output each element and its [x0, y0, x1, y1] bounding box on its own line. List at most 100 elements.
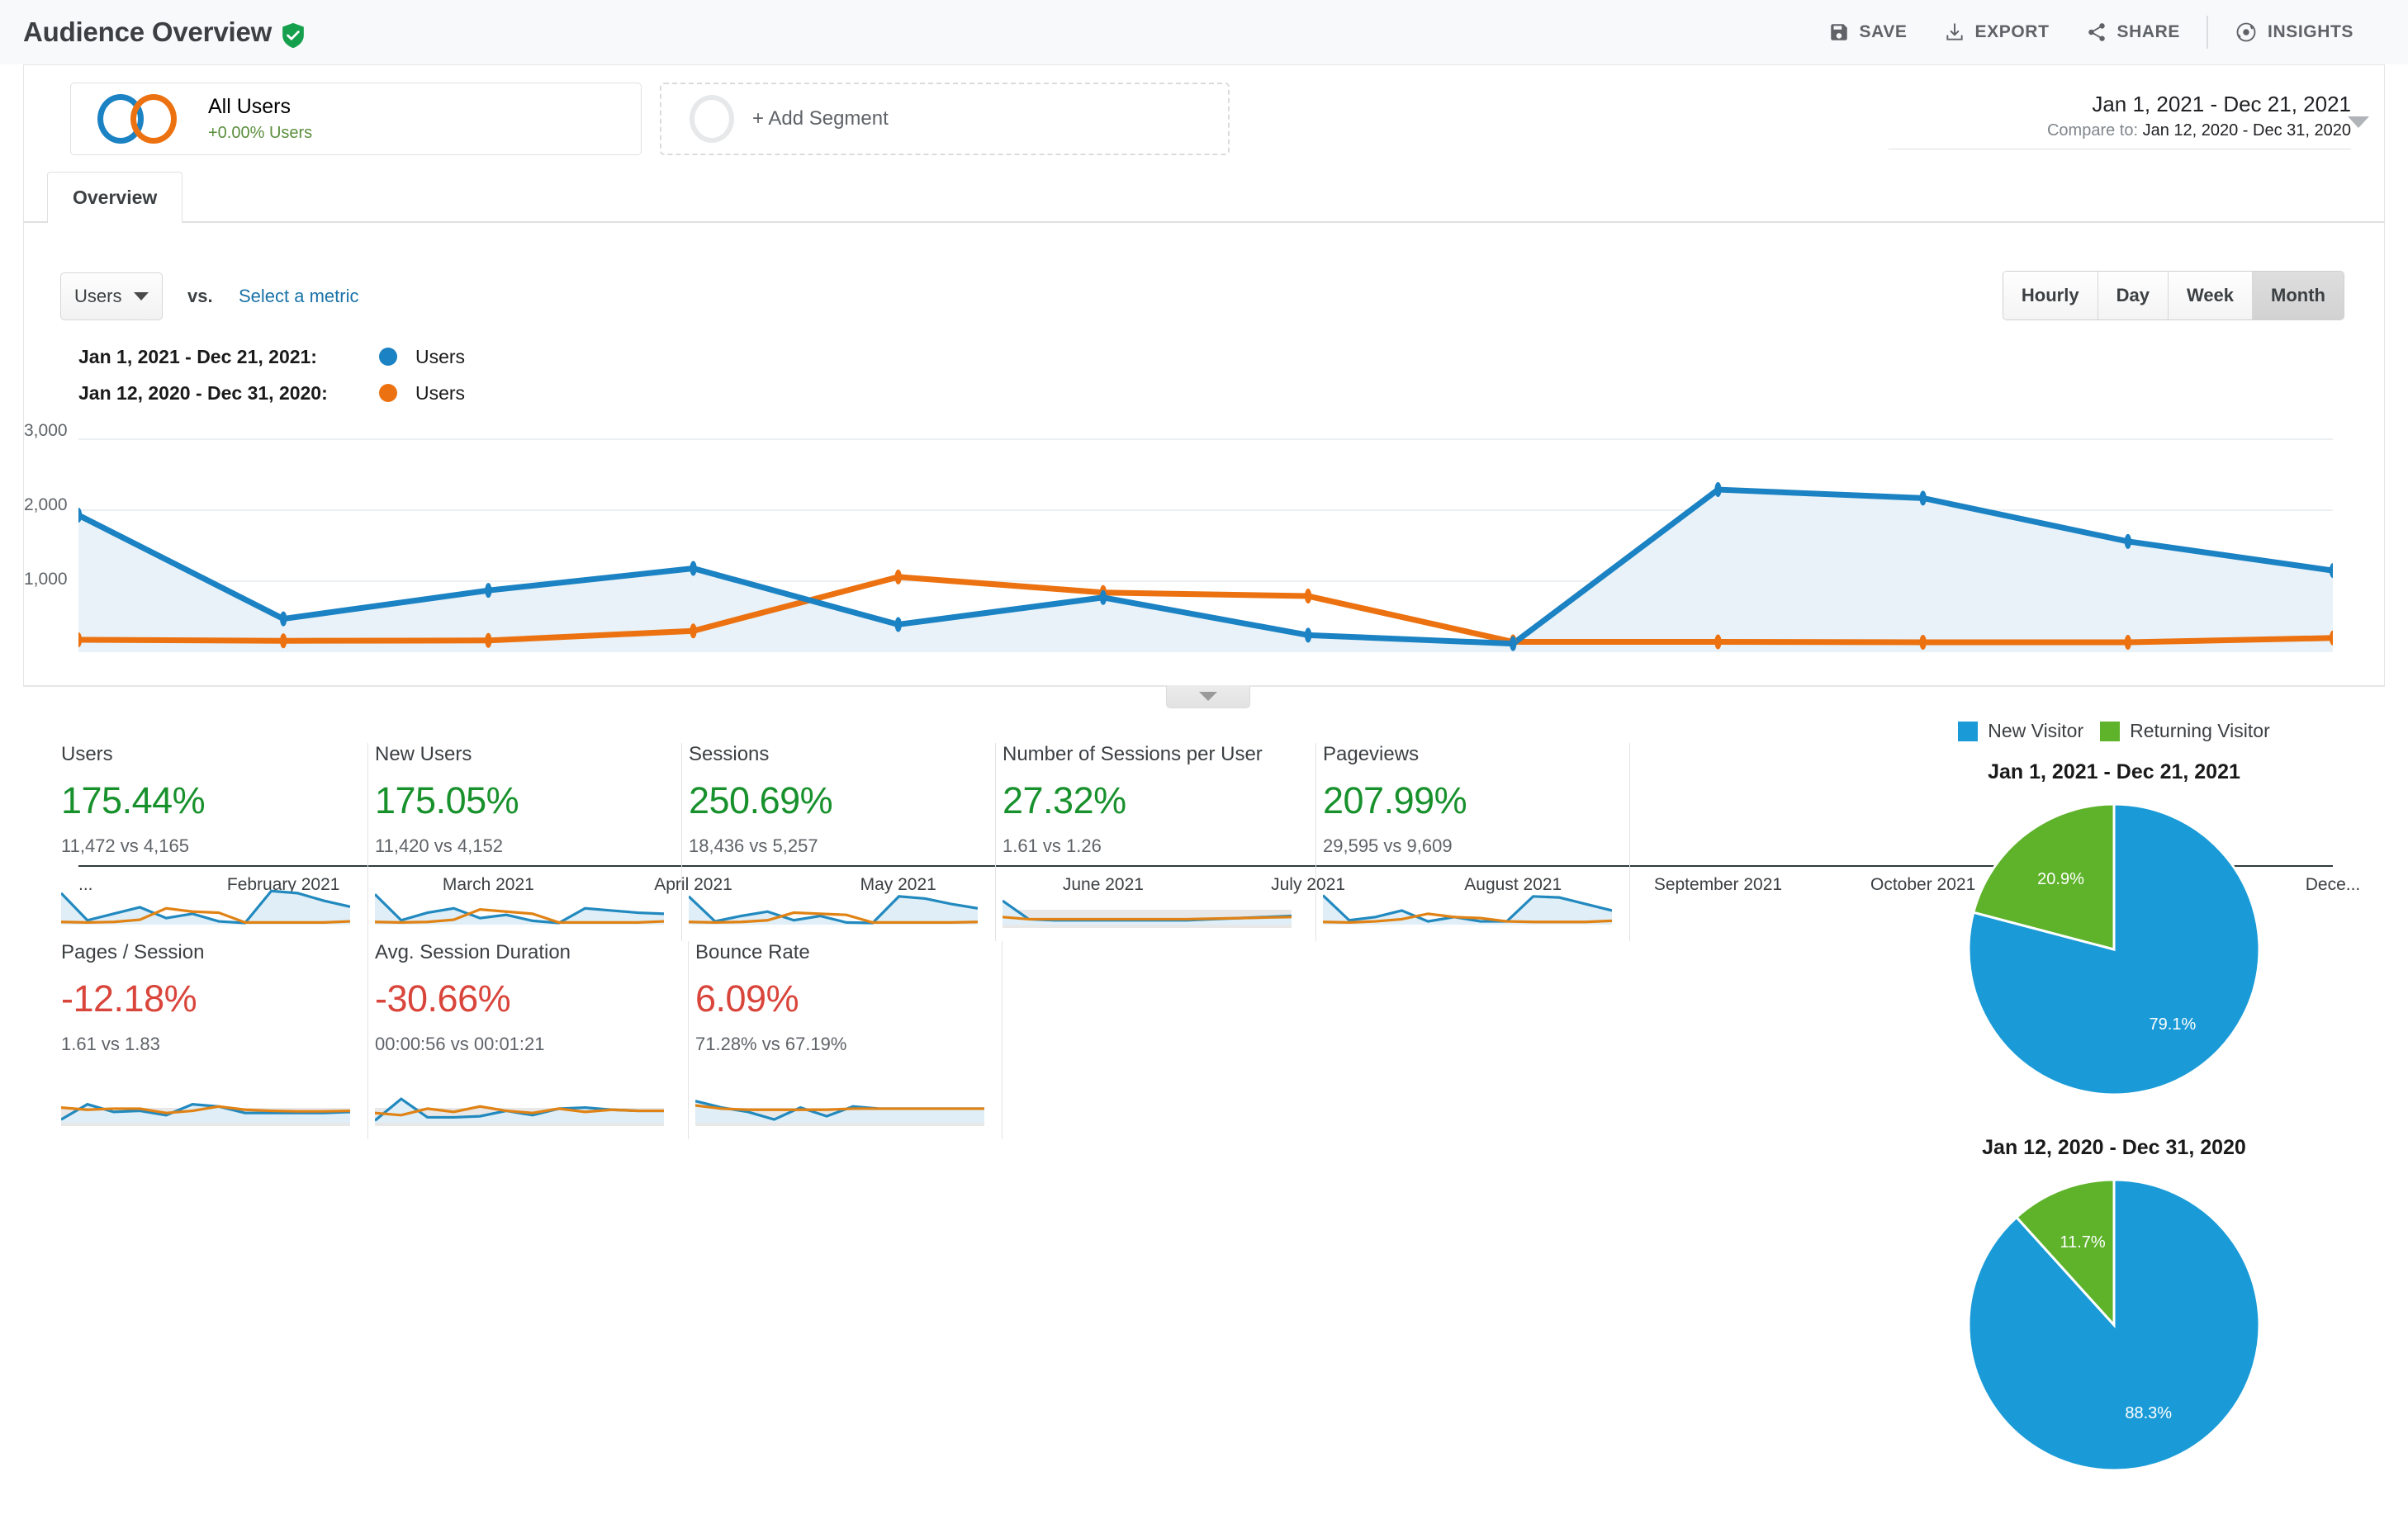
metric-card-percent: 175.05% — [375, 779, 661, 822]
metric-card-sparkline — [1003, 882, 1292, 928]
export-icon — [1944, 21, 1965, 43]
pie-svg-compare — [1962, 1173, 2266, 1477]
metric-card-sparkline — [689, 882, 978, 928]
pie-title-current: Jan 1, 2021 - Dec 21, 2021 — [1850, 760, 2378, 784]
legend-compare-date: Jan 12, 2020 - Dec 31, 2020: — [78, 382, 359, 405]
metric-select-dropdown[interactable]: Users — [60, 272, 163, 320]
legend-returning-visitor-label: Returning Visitor — [2130, 720, 2270, 742]
users-line-chart[interactable] — [78, 429, 2333, 669]
export-button[interactable]: EXPORT — [1926, 9, 2068, 55]
legend-new-visitor: New Visitor — [1958, 720, 2083, 742]
metric-card[interactable]: Users175.44%11,472 vs 4,165 — [55, 743, 368, 941]
granularity-week[interactable]: Week — [2169, 272, 2253, 319]
pie-chart-current[interactable]: 79.1% 20.9% — [1962, 797, 2266, 1101]
metric-card-title: Avg. Session Duration — [375, 941, 668, 964]
legend-primary-dot — [379, 348, 397, 366]
segment-bar: All Users +0.00% Users + Add Segment Jan… — [23, 64, 2385, 172]
y-tick-2000: 2,000 — [24, 495, 73, 515]
insights-button[interactable]: INSIGHTS — [2216, 9, 2372, 55]
pie-svg-current — [1962, 797, 2266, 1101]
metric-card-comparison: 11,472 vs 4,165 — [61, 835, 348, 857]
pie-label-new-visitor-current: 79.1% — [2150, 1015, 2197, 1034]
chevron-down-icon — [1199, 692, 1217, 701]
y-tick-1000: 1,000 — [24, 570, 73, 589]
metric-card-comparison: 1.61 vs 1.83 — [61, 1034, 348, 1055]
add-segment-label: + Add Segment — [752, 107, 889, 130]
metric-card-title: Users — [61, 743, 348, 766]
save-button[interactable]: SAVE — [1810, 9, 1926, 55]
page-header: Audience Overview SAVE — [0, 0, 2408, 64]
metric-card-title: Pages / Session — [61, 941, 348, 964]
chart-collapse-handle[interactable] — [1166, 685, 1250, 708]
share-button[interactable]: SHARE — [2068, 9, 2199, 55]
metric-card[interactable]: Pageviews207.99%29,595 vs 9,609 — [1316, 743, 1630, 941]
page-title: Audience Overview — [23, 17, 272, 48]
compare-label: Compare to: — [2047, 121, 2138, 140]
verified-shield-icon — [282, 22, 305, 49]
save-icon — [1828, 21, 1850, 43]
granularity-hourly[interactable]: Hourly — [2003, 272, 2098, 319]
metric-card-sparkline — [695, 1080, 984, 1126]
ring-orange-icon — [130, 94, 177, 144]
legend-row-compare: Jan 12, 2020 - Dec 31, 2020: Users — [78, 375, 465, 411]
compare-value: Jan 12, 2020 - Dec 31, 2020 — [2143, 121, 2351, 140]
select-a-metric-link[interactable]: Select a metric — [239, 286, 359, 307]
visitor-type-pies: New Visitor Returning Visitor Jan 1, 202… — [1850, 720, 2378, 1477]
pie-label-returning-visitor-compare: 11.7% — [2060, 1233, 2105, 1252]
chevron-down-icon[interactable] — [2348, 116, 2369, 128]
metric-card[interactable]: Sessions 250.69% 18,436 vs 5,257 — [682, 743, 996, 941]
granularity-day[interactable]: Day — [2098, 272, 2169, 319]
legend-swatch-blue — [1958, 722, 1978, 741]
metric-card-sparkline — [1323, 882, 1612, 928]
header-divider — [2207, 16, 2208, 49]
metric-card-title: New Users — [375, 743, 661, 766]
share-icon — [2086, 21, 2107, 43]
metric-card-percent: 250.69% — [689, 779, 975, 822]
empty-ring-icon — [690, 95, 734, 143]
vs-label: vs. — [187, 286, 213, 307]
metric-card-title: Pageviews — [1323, 743, 1609, 766]
chart-legend: Jan 1, 2021 - Dec 21, 2021: Users Jan 12… — [78, 338, 465, 411]
metric-cards-grid: Users175.44%11,472 vs 4,165 New Users 175.… — [55, 743, 1673, 1139]
date-range-primary: Jan 1, 2021 - Dec 21, 2021 — [1889, 90, 2351, 119]
pie-label-new-visitor-compare: 88.3% — [2125, 1404, 2172, 1423]
share-label: SHARE — [2117, 22, 2181, 42]
metric-card-comparison: 11,420 vs 4,152 — [375, 835, 661, 857]
metric-card-sparkline — [375, 882, 664, 928]
pie-legend: New Visitor Returning Visitor — [1850, 720, 2378, 742]
save-label: SAVE — [1860, 22, 1908, 42]
metric-card-title: Sessions — [689, 743, 975, 766]
pie-chart-compare[interactable]: 88.3% 11.7% — [1962, 1173, 2266, 1477]
metric-card-comparison: 18,436 vs 5,257 — [689, 835, 975, 857]
metric-card[interactable]: Avg. Session Duration-30.66%00:00:56 vs … — [368, 941, 689, 1139]
metric-card-percent: -12.18% — [61, 977, 348, 1020]
chevron-down-icon — [134, 292, 149, 301]
insights-icon — [2235, 21, 2258, 44]
legend-primary-date: Jan 1, 2021 - Dec 21, 2021: — [78, 346, 359, 368]
metric-card-title: Number of Sessions per User — [1003, 743, 1296, 766]
segment-name: All Users — [208, 94, 312, 120]
metric-card-percent: -30.66% — [375, 977, 668, 1020]
metric-card[interactable]: Pages / Session -12.18% 1.61 vs 1.83 — [55, 941, 368, 1139]
metric-card[interactable]: New Users 175.05% 11,420 vs 4,152 — [368, 743, 682, 941]
insights-label: INSIGHTS — [2268, 22, 2353, 42]
date-range-picker[interactable]: Jan 1, 2021 - Dec 21, 2021 Compare to: J… — [1889, 90, 2351, 149]
date-range-compare: Compare to: Jan 12, 2020 - Dec 31, 2020 — [1889, 119, 2351, 142]
legend-primary-name: Users — [415, 346, 465, 368]
header-actions: SAVE EXPORT SHARE — [1810, 9, 2372, 55]
add-segment-button[interactable]: + Add Segment — [660, 83, 1230, 155]
legend-swatch-green — [2100, 722, 2120, 741]
metric-card-percent: 27.32% — [1003, 779, 1296, 822]
pie-label-returning-visitor-current: 20.9% — [2037, 870, 2084, 889]
segment-all-users[interactable]: All Users +0.00% Users — [70, 83, 642, 155]
pie-title-compare: Jan 12, 2020 - Dec 31, 2020 — [1850, 1136, 2378, 1160]
metric-card-comparison: 71.28% vs 67.19% — [695, 1034, 982, 1055]
tab-bar: Overview — [23, 172, 2385, 223]
granularity-toggle-group: Hourly Day Week Month — [2003, 271, 2344, 320]
metric-card[interactable]: Number of Sessions per User27.32%1.61 vs… — [996, 743, 1316, 941]
granularity-month[interactable]: Month — [2253, 272, 2344, 319]
legend-compare-dot — [379, 384, 397, 402]
metric-card[interactable]: Bounce Rate6.09%71.28% vs 67.19% — [689, 941, 1003, 1139]
tab-overview[interactable]: Overview — [47, 172, 182, 223]
segment-rings-icon — [97, 94, 190, 144]
